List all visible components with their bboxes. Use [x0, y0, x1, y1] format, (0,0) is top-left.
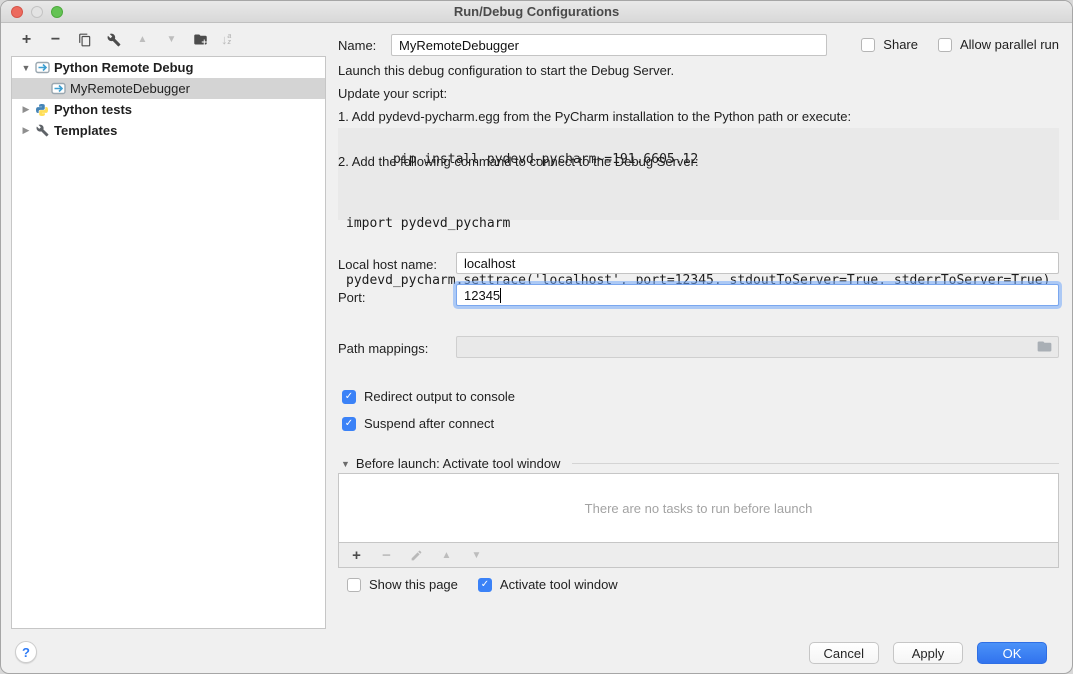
- remote-debug-config-icon: [50, 81, 66, 97]
- remove-task-button: −: [378, 547, 395, 564]
- suspend-after-connect-label: Suspend after connect: [364, 416, 494, 431]
- allow-parallel-run-label: Allow parallel run: [960, 37, 1059, 52]
- local-host-name-label: Local host name:: [338, 257, 437, 272]
- path-mappings-field-wrap: [456, 336, 1059, 358]
- zoom-window-button[interactable]: [51, 6, 63, 18]
- divider: [572, 463, 1059, 464]
- name-field-wrap: [391, 34, 827, 56]
- browse-folder-icon[interactable]: [1037, 340, 1052, 356]
- intro-line-1: Launch this debug configuration to start…: [338, 63, 674, 78]
- move-task-up-icon: ▲: [438, 547, 455, 564]
- port-label: Port:: [338, 290, 365, 305]
- cancel-button[interactable]: Cancel: [809, 642, 879, 664]
- help-button[interactable]: ?: [15, 641, 37, 663]
- move-up-icon: ▲: [134, 31, 151, 48]
- window-controls: [11, 6, 63, 18]
- configurations-toolbar: + − ▲ ▼ ↓ az: [18, 31, 231, 48]
- before-launch-header[interactable]: ▼ Before launch: Activate tool window: [341, 456, 1059, 471]
- redirect-output-checkbox[interactable]: ✓: [342, 390, 356, 404]
- text-cursor: [500, 288, 501, 303]
- port-field-wrap: [456, 284, 1059, 306]
- tree-item-label: Python Remote Debug: [54, 60, 193, 75]
- wrench-icon: [34, 123, 50, 139]
- before-launch-title: Before launch: Activate tool window: [356, 456, 561, 471]
- before-launch-toolbar: + − ▲ ▼: [338, 543, 1059, 568]
- add-configuration-button[interactable]: +: [18, 31, 35, 48]
- intro-line-2: Update your script:: [338, 86, 447, 101]
- show-this-page-checkbox[interactable]: [347, 578, 361, 592]
- tree-item-label: Templates: [54, 123, 117, 138]
- chevron-down-icon[interactable]: ▼: [341, 459, 350, 469]
- run-debug-configurations-dialog: Run/Debug Configurations + − ▲ ▼ ↓ az ▼ …: [0, 0, 1073, 674]
- port-input[interactable]: [456, 284, 1059, 306]
- move-task-down-icon: ▼: [468, 547, 485, 564]
- local-host-field-wrap: [456, 252, 1059, 274]
- chevron-right-icon[interactable]: ▶: [20, 125, 32, 136]
- sort-configurations-icon: ↓ az: [221, 32, 231, 47]
- step-2-text: 2. Add the following command to connect …: [338, 154, 699, 169]
- apply-button[interactable]: Apply: [893, 642, 963, 664]
- tree-item-label: Python tests: [54, 102, 132, 117]
- move-down-icon: ▼: [163, 31, 180, 48]
- edit-task-pencil-icon: [408, 547, 425, 564]
- suspend-after-connect-checkbox[interactable]: ✓: [342, 417, 356, 431]
- activate-tool-window-checkbox[interactable]: ✓: [478, 578, 492, 592]
- remote-debug-config-icon: [34, 60, 50, 76]
- tree-item-python-tests[interactable]: ▶ Python tests: [12, 99, 325, 120]
- name-input[interactable]: [391, 34, 827, 56]
- close-window-button[interactable]: [11, 6, 23, 18]
- path-mappings-input[interactable]: [456, 336, 1059, 358]
- redirect-output-label: Redirect output to console: [364, 389, 515, 404]
- minimize-window-button: [31, 6, 43, 18]
- allow-parallel-run-checkbox[interactable]: [938, 38, 952, 52]
- share-label: Share: [883, 37, 918, 52]
- edit-templates-wrench-icon[interactable]: [105, 31, 122, 48]
- show-this-page-label: Show this page: [369, 577, 458, 592]
- copy-configuration-icon[interactable]: [76, 31, 93, 48]
- tree-item-templates[interactable]: ▶ Templates: [12, 120, 325, 141]
- new-folder-icon[interactable]: [192, 31, 209, 48]
- dialog-buttons: Cancel Apply OK: [809, 642, 1047, 664]
- redirect-output-row: ✓ Redirect output to console: [342, 389, 515, 404]
- tree-item-myremotedebugger[interactable]: MyRemoteDebugger: [12, 78, 325, 99]
- share-options: Share Allow parallel run: [861, 37, 1059, 52]
- add-task-button[interactable]: +: [348, 547, 365, 564]
- configurations-tree: ▼ Python Remote Debug MyRemoteDebugger ▶…: [11, 56, 326, 629]
- tree-item-python-remote-debug[interactable]: ▼ Python Remote Debug: [12, 57, 325, 78]
- activate-tool-window-label: Activate tool window: [500, 577, 618, 592]
- path-mappings-label: Path mappings:: [338, 341, 428, 356]
- tree-item-label: MyRemoteDebugger: [70, 81, 190, 96]
- settrace-code-block: import pydevd_pycharm pydevd_pycharm.set…: [338, 173, 1059, 220]
- share-checkbox[interactable]: [861, 38, 875, 52]
- page-options-row: Show this page ✓ Activate tool window: [347, 577, 618, 592]
- configuration-form: Name: Share Allow parallel run Launch th…: [338, 1, 1059, 23]
- step-1-text: 1. Add pydevd-pycharm.egg from the PyCha…: [338, 109, 851, 124]
- before-launch-task-list[interactable]: There are no tasks to run before launch: [338, 473, 1059, 543]
- empty-tasks-text: There are no tasks to run before launch: [585, 501, 813, 516]
- chevron-down-icon[interactable]: ▼: [20, 63, 32, 73]
- chevron-right-icon[interactable]: ▶: [20, 104, 32, 115]
- ok-button[interactable]: OK: [977, 642, 1047, 664]
- name-label: Name:: [338, 38, 376, 53]
- python-icon: [34, 102, 50, 118]
- suspend-after-connect-row: ✓ Suspend after connect: [342, 416, 494, 431]
- local-host-name-input[interactable]: [456, 252, 1059, 274]
- remove-configuration-button[interactable]: −: [47, 31, 64, 48]
- code-line: import pydevd_pycharm: [346, 214, 1051, 233]
